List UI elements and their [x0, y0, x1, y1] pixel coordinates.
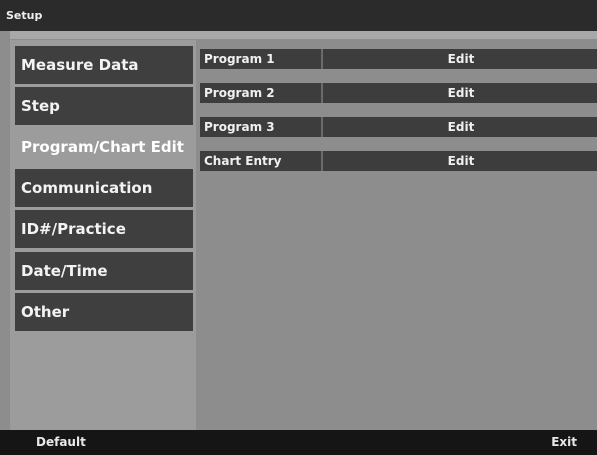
menu-item-measure-data[interactable]: Measure Data	[15, 46, 193, 84]
menu-item-step[interactable]: Step	[15, 87, 193, 125]
menu-item-date-time[interactable]: Date/Time	[15, 252, 193, 290]
top-strip	[10, 31, 597, 39]
program-1-edit-button[interactable]: Edit	[325, 49, 597, 69]
chart-entry-row: Chart Entry Edit	[200, 151, 597, 171]
program-row-label: Program 1	[200, 49, 323, 69]
program-3-edit-button[interactable]: Edit	[325, 117, 597, 137]
program-row: Program 1 Edit	[200, 49, 597, 69]
footer-bar: Default Exit	[0, 430, 597, 455]
chart-entry-edit-button[interactable]: Edit	[325, 151, 597, 171]
program-chart-edit-panel: Program 1 Edit Program 2 Edit Program 3 …	[196, 40, 597, 430]
exit-button[interactable]: Exit	[545, 430, 583, 455]
chart-entry-label: Chart Entry	[200, 151, 323, 171]
menu-item-other[interactable]: Other	[15, 293, 193, 331]
settings-menu: Measure Data Step Program/Chart Edit Com…	[10, 40, 196, 430]
menu-item-program-chart-edit[interactable]: Program/Chart Edit	[15, 128, 193, 166]
program-row-label: Program 2	[200, 83, 323, 103]
program-row: Program 3 Edit	[200, 117, 597, 137]
default-button[interactable]: Default	[30, 430, 92, 455]
window-title: Setup	[0, 0, 597, 31]
program-2-edit-button[interactable]: Edit	[325, 83, 597, 103]
program-row-label: Program 3	[200, 117, 323, 137]
program-row: Program 2 Edit	[200, 83, 597, 103]
menu-item-communication[interactable]: Communication	[15, 169, 193, 207]
menu-item-id-practice[interactable]: ID#/Practice	[15, 210, 193, 248]
setup-screen: Setup Measure Data Step Program/Chart Ed…	[0, 0, 597, 455]
